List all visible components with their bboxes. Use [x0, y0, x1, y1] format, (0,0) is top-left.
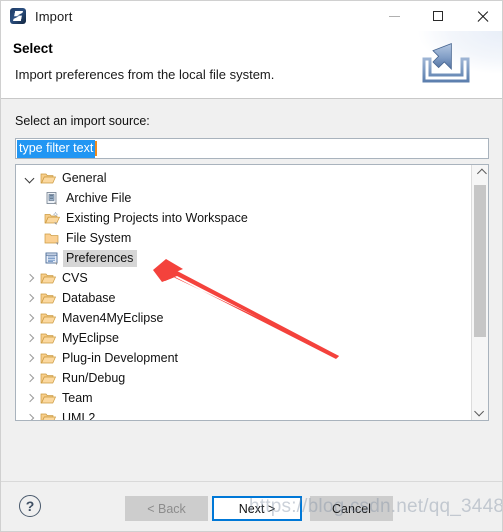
archive-file-icon — [46, 191, 57, 205]
tree-item-label: CVS — [62, 271, 88, 285]
back-button[interactable]: < Back — [125, 496, 208, 521]
tree-item-label: UML2 — [62, 411, 96, 421]
tree-item-label: Preferences — [63, 249, 138, 267]
open-folder-icon — [40, 293, 57, 303]
tree-item-label: Plug-in Development — [62, 351, 179, 365]
tree-item-label: MyEclipse — [62, 331, 119, 345]
maximize-icon — [433, 11, 443, 21]
tree-item-myeclipse[interactable]: MyEclipse — [16, 328, 471, 348]
tree-item-team[interactable]: Team — [16, 388, 471, 408]
tree-item-label: Existing Projects into Workspace — [66, 211, 248, 225]
tree-item-cvs[interactable]: CVS — [16, 268, 471, 288]
tree-item-database[interactable]: Database — [16, 288, 471, 308]
tree-item-label: Maven4MyEclipse — [62, 311, 164, 325]
banner-artwork — [384, 31, 502, 98]
chevron-down-icon — [473, 406, 484, 417]
open-folder-icon — [40, 393, 57, 403]
minimize-button[interactable] — [372, 1, 416, 31]
twisty-collapsed-icon[interactable] — [24, 312, 37, 325]
tree-item-archive-file[interactable]: Archive File — [16, 188, 471, 208]
wizard-banner: Select Import preferences from the local… — [1, 31, 502, 99]
import-source-label: Select an import source: — [15, 114, 150, 128]
preferences-icon — [45, 252, 58, 265]
next-button[interactable]: Next > — [212, 496, 302, 521]
folder-icon — [44, 233, 59, 245]
tree-item-run-debug[interactable]: Run/Debug — [16, 368, 471, 388]
twisty-collapsed-icon[interactable] — [24, 292, 37, 305]
scrollbar-thumb[interactable] — [474, 185, 486, 337]
cancel-button[interactable]: Cancel — [310, 496, 393, 521]
tree-item-existing-projects-into-workspace[interactable]: Existing Projects into Workspace — [16, 208, 471, 228]
maximize-button[interactable] — [416, 1, 460, 31]
page-description: Import preferences from the local file s… — [15, 67, 275, 82]
import-source-tree[interactable]: General Archive File Existing Projects int… — [15, 164, 489, 421]
twisty-collapsed-icon[interactable] — [24, 412, 37, 421]
twisty-collapsed-icon[interactable] — [24, 332, 37, 345]
tree-item-general[interactable]: General — [16, 168, 471, 188]
twisty-expanded-icon[interactable] — [24, 172, 37, 185]
page-title: Select — [13, 41, 53, 56]
twisty-collapsed-icon[interactable] — [24, 272, 37, 285]
chevron-up-icon — [476, 168, 487, 179]
window-controls — [372, 1, 502, 31]
text-caret — [95, 141, 97, 156]
scroll-down-button[interactable] — [472, 403, 488, 420]
tree-item-maven4myeclipse[interactable]: Maven4MyEclipse — [16, 308, 471, 328]
open-folder-icon — [40, 313, 57, 323]
tree-item-label: Run/Debug — [62, 371, 126, 385]
twisty-collapsed-icon[interactable] — [24, 352, 37, 365]
tree-item-uml2[interactable]: UML2 — [16, 408, 471, 421]
tree-item-label: File System — [66, 231, 132, 245]
open-folder-icon — [40, 373, 57, 383]
import-dialog: Import Select Import preferences from th… — [0, 0, 503, 532]
filter-input-value: type filter text — [17, 139, 96, 158]
tree-item-label: General — [62, 171, 107, 185]
close-button[interactable] — [460, 1, 502, 31]
help-button[interactable]: ? — [19, 495, 41, 517]
twisty-collapsed-icon[interactable] — [24, 392, 37, 405]
tree-item-plug-in-development[interactable]: Plug-in Development — [16, 348, 471, 368]
twisty-collapsed-icon[interactable] — [24, 372, 37, 385]
eclipse-import-icon — [10, 8, 26, 24]
tree-item-file-system[interactable]: File System — [16, 228, 471, 248]
minimize-icon — [388, 15, 400, 17]
open-folder-icon — [40, 273, 57, 283]
open-folder-icon — [40, 173, 57, 183]
window-title: Import — [35, 8, 73, 24]
tree-rows: General Archive File Existing Projects int… — [16, 168, 471, 421]
open-folder-icon — [40, 353, 57, 363]
dialog-footer: ? < Back Next > Cancel — [1, 481, 502, 531]
tree-item-label: Team — [62, 391, 93, 405]
open-folder-icon — [40, 413, 57, 420]
filter-input[interactable]: type filter text — [15, 138, 489, 159]
tree-item-label: Database — [62, 291, 116, 305]
tree-item-label: Archive File — [66, 191, 132, 205]
open-folder-icon — [40, 333, 57, 343]
scroll-up-button[interactable] — [472, 165, 488, 182]
tree-item-preferences[interactable]: Preferences — [16, 248, 471, 268]
import-arrow-tray-icon — [422, 42, 470, 83]
existing-projects-icon — [44, 211, 61, 225]
tree-scrollbar[interactable] — [471, 165, 488, 420]
title-bar: Import — [1, 1, 502, 31]
close-icon — [476, 10, 488, 22]
